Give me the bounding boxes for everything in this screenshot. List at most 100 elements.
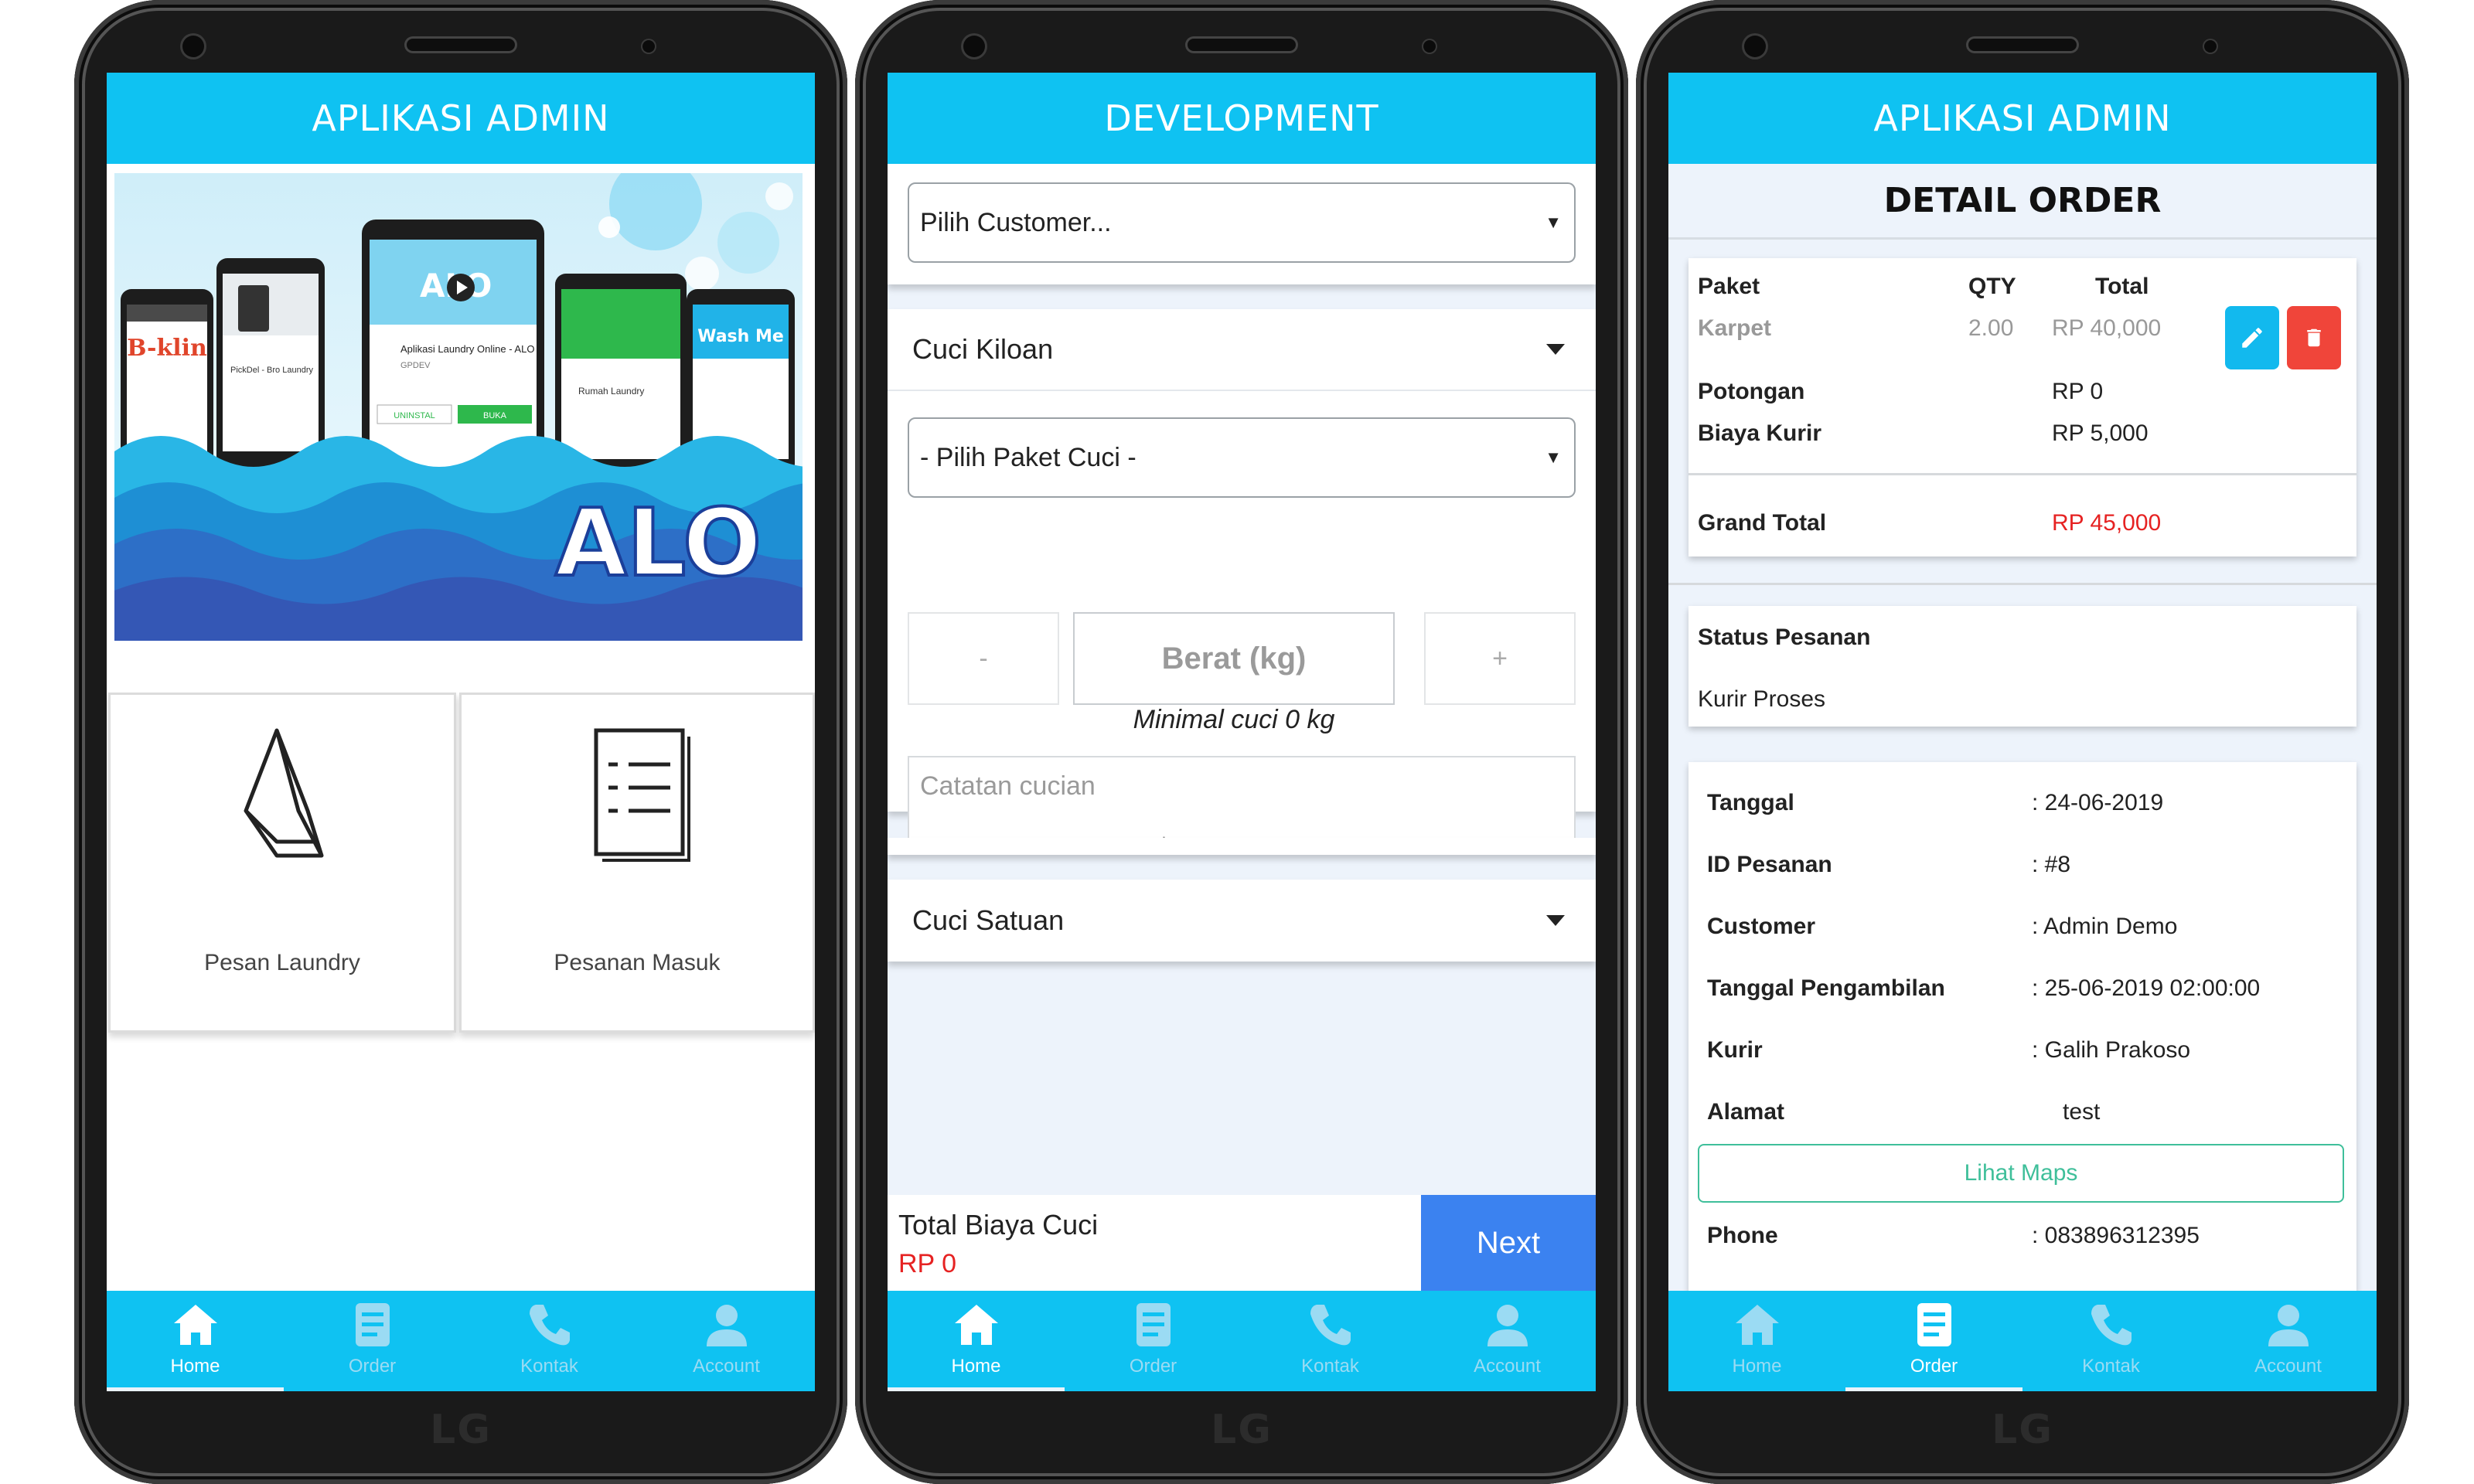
banner-illustration: B-klin PickDel - Bro Laundry Rumah Laund…: [114, 173, 803, 641]
decrement-label: -: [979, 643, 988, 673]
bottom-navigation: Home Order Kontak Account: [888, 1291, 1596, 1391]
tile-pesanan-masuk[interactable]: Pesanan Masuk: [459, 693, 815, 1033]
kurir-fee-value: RP 5,000: [2052, 420, 2149, 446]
minimum-weight-note: Minimal cuci 0 kg: [1133, 705, 1335, 734]
nav-kontak[interactable]: Kontak: [461, 1291, 638, 1391]
phone-detail-order: APLIKASI ADMIN DETAIL ORDER Paket QTY To…: [1636, 0, 2409, 1484]
nav-account[interactable]: Account: [1419, 1291, 1596, 1391]
nav-kontak[interactable]: Kontak: [2022, 1291, 2200, 1391]
nav-home[interactable]: Home: [888, 1291, 1065, 1391]
checkout-footer: Total Biaya Cuci RP 0 Next: [888, 1195, 1596, 1291]
nav-order[interactable]: Order: [1065, 1291, 1242, 1391]
home-icon: [1735, 1305, 1779, 1345]
home-icon: [173, 1305, 217, 1345]
front-camera: [963, 36, 985, 57]
nav-home[interactable]: Home: [1668, 1291, 1845, 1391]
bottom-navigation: Home Order Kontak Account: [1668, 1291, 2377, 1391]
detail-value-tanggal: : 24-06-2019: [2032, 790, 2164, 815]
detail-label-id: ID Pesanan: [1707, 852, 1832, 877]
screen-detail-order: APLIKASI ADMIN DETAIL ORDER Paket QTY To…: [1668, 73, 2377, 1391]
phone-icon: [1310, 1305, 1351, 1346]
screen-home: APLIKASI ADMIN B-klin PickDel - Bro Laun…: [107, 73, 815, 1391]
dropdown-caret-icon: ▼: [1545, 213, 1562, 232]
account-icon: [1487, 1305, 1528, 1346]
page-title: DETAIL ORDER: [1668, 164, 2377, 240]
order-items-card: Paket QTY Total Karpet 2.00 RP 40,000 Po…: [1689, 258, 2356, 556]
paket-select[interactable]: - Pilih Paket Cuci - ▼: [908, 417, 1576, 498]
pencil-icon: [2242, 328, 2262, 348]
front-camera: [182, 36, 204, 57]
tile-pesan-laundry[interactable]: Pesan Laundry: [108, 693, 456, 1033]
detail-value-customer: : Admin Demo: [2032, 914, 2178, 939]
phone-order-form: DEVELOPMENT Pilih Customer... ▼ Cuci Kil…: [855, 0, 1628, 1484]
app-title: APLIKASI ADMIN: [107, 73, 815, 164]
grand-total-label: Grand Total: [1698, 510, 1827, 536]
earpiece-speaker: [1188, 39, 1296, 51]
nav-account[interactable]: Account: [638, 1291, 815, 1391]
proximity-sensor: [1423, 40, 1436, 53]
document-icon: [594, 728, 690, 862]
delete-button[interactable]: [2287, 306, 2341, 369]
item-total: RP 40,000: [2052, 315, 2162, 341]
nav-order[interactable]: Order: [1845, 1291, 2022, 1391]
status-card: Status Pesanan Kurir Proses: [1689, 606, 2356, 727]
increment-label: +: [1492, 643, 1508, 673]
accordion-label-satuan: Cuci Satuan: [912, 904, 1065, 936]
promo-banner[interactable]: B-klin PickDel - Bro Laundry Rumah Laund…: [114, 173, 803, 641]
detail-value-id: : #8: [2032, 852, 2071, 877]
nav-label-account: Account: [1474, 1356, 1541, 1377]
decrement-button[interactable]: -: [908, 612, 1059, 705]
section-divider: [1668, 583, 2377, 585]
detail-value-phone: : 083896312395: [2032, 1223, 2200, 1248]
customer-select[interactable]: Pilih Customer... ▼: [908, 182, 1576, 263]
device-brand: LG: [430, 1407, 492, 1453]
bottom-navigation: Home Order Kontak Account: [107, 1291, 815, 1391]
detail-value-pickup: : 25-06-2019 02:00:00: [2032, 975, 2261, 1001]
nav-home[interactable]: Home: [107, 1291, 284, 1391]
svg-text:B-klin: B-klin: [127, 335, 207, 362]
nav-order[interactable]: Order: [284, 1291, 461, 1391]
tile-label-pesanan-masuk: Pesanan Masuk: [554, 950, 721, 975]
item-qty: 2.00: [1968, 315, 2014, 341]
phone-icon: [529, 1305, 570, 1346]
increment-button[interactable]: +: [1424, 612, 1576, 705]
header-paket: Paket: [1698, 274, 1760, 299]
view-maps-button[interactable]: Lihat Maps: [1698, 1144, 2344, 1203]
header-total: Total: [2095, 274, 2149, 299]
expand-triangle-icon: [1546, 915, 1565, 926]
phone-home: APLIKASI ADMIN B-klin PickDel - Bro Laun…: [74, 0, 847, 1484]
paket-select-value: - Pilih Paket Cuci -: [920, 442, 1136, 472]
accordion-label-kiloan: Cuci Kiloan: [912, 333, 1054, 365]
dropdown-caret-icon: ▼: [1545, 448, 1562, 467]
svg-text:BUKA: BUKA: [483, 411, 507, 420]
expand-triangle-icon: [1546, 344, 1565, 355]
nav-label-order: Order: [1910, 1356, 1958, 1377]
nav-label-order: Order: [348, 1356, 397, 1377]
svg-text:GPDEV: GPDEV: [400, 361, 431, 370]
accordion-cuci-kiloan[interactable]: Cuci Kiloan: [888, 309, 1596, 391]
status-label: Status Pesanan: [1698, 625, 1871, 650]
potongan-label: Potongan: [1698, 379, 1805, 404]
nav-label-home: Home: [1732, 1356, 1782, 1377]
accordion-cuci-satuan[interactable]: Cuci Satuan: [888, 880, 1596, 962]
screen-order-form: DEVELOPMENT Pilih Customer... ▼ Cuci Kil…: [888, 73, 1596, 1391]
edit-button[interactable]: [2225, 306, 2279, 369]
kurir-fee-label: Biaya Kurir: [1698, 420, 1822, 446]
next-button[interactable]: Next: [1421, 1195, 1596, 1291]
weight-placeholder: Berat (kg): [1161, 641, 1307, 676]
device-brand: LG: [1211, 1407, 1273, 1453]
svg-text:PickDel - Bro Laundry: PickDel - Bro Laundry: [230, 366, 313, 375]
nav-label-kontak: Kontak: [2082, 1356, 2140, 1377]
earpiece-speaker: [407, 39, 515, 51]
device-brand: LG: [1992, 1407, 2053, 1453]
nav-kontak[interactable]: Kontak: [1242, 1291, 1419, 1391]
detail-value-alamat: test: [2063, 1099, 2101, 1125]
app-title: APLIKASI ADMIN: [1668, 73, 2377, 164]
phone-mock-2: PickDel - Bro Laundry: [216, 258, 325, 467]
nav-account[interactable]: Account: [2200, 1291, 2377, 1391]
weight-input[interactable]: Berat (kg): [1073, 612, 1395, 705]
order-icon: [1917, 1303, 1951, 1346]
nav-label-home: Home: [170, 1356, 220, 1377]
nav-label-account: Account: [693, 1356, 760, 1377]
nav-label-order: Order: [1129, 1356, 1177, 1377]
